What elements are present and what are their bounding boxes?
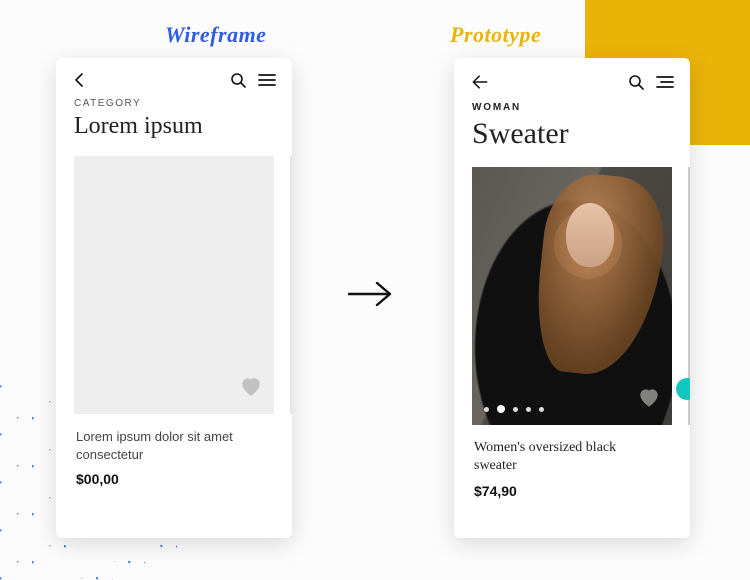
product-image [472, 167, 672, 425]
wireframe-phone: CATEGORY Lorem ipsum Lorem ipsum dolor s… [56, 58, 292, 538]
prototype-header: WOMAN Sweater [454, 98, 690, 161]
prototype-card-area: Women's oversized black sweater $74,90 [454, 161, 690, 499]
label-prototype: Prototype [450, 22, 541, 48]
product-description: Women's oversized black sweater [474, 439, 634, 475]
product-price: $74,90 [474, 483, 668, 499]
category-kicker: WOMAN [472, 102, 672, 113]
wireframe-card-area: Lorem ipsum dolor sit amet consectetur $… [56, 150, 292, 487]
back-arrow-icon[interactable] [470, 72, 490, 92]
page-title: Sweater [472, 117, 672, 151]
wireframe-topbar [56, 58, 292, 94]
heart-icon[interactable] [636, 384, 662, 415]
next-card-peek[interactable] [290, 156, 292, 414]
carousel-dot[interactable] [526, 407, 531, 412]
category-kicker: CATEGORY [74, 98, 274, 109]
arrow-right-icon [345, 278, 397, 315]
menu-icon[interactable] [656, 75, 674, 89]
product-card[interactable]: Lorem ipsum dolor sit amet consectetur $… [74, 156, 274, 487]
wireframe-header: CATEGORY Lorem ipsum [56, 94, 292, 150]
page-title: Lorem ipsum [74, 113, 274, 140]
product-price: $00,00 [76, 471, 270, 487]
product-image-placeholder [74, 156, 274, 414]
product-meta: Lorem ipsum dolor sit amet consectetur $… [74, 414, 274, 487]
heart-icon[interactable] [238, 373, 264, 404]
search-icon[interactable] [628, 74, 644, 90]
carousel-dot[interactable] [484, 407, 489, 412]
product-card[interactable]: Women's oversized black sweater $74,90 [472, 167, 672, 499]
prototype-phone: WOMAN Sweater Women's oversized blac [454, 58, 690, 538]
back-chevron-icon[interactable] [72, 72, 86, 88]
product-meta: Women's oversized black sweater $74,90 [472, 425, 672, 499]
carousel-dot-active[interactable] [497, 405, 505, 413]
menu-icon[interactable] [258, 73, 276, 87]
carousel-dot[interactable] [513, 407, 518, 412]
product-description: Lorem ipsum dolor sit amet consectetur [76, 428, 246, 463]
carousel-dots[interactable] [484, 405, 544, 413]
prototype-topbar [454, 58, 690, 98]
carousel-dot[interactable] [539, 407, 544, 412]
search-icon[interactable] [230, 72, 246, 88]
label-wireframe: Wireframe [165, 22, 266, 48]
